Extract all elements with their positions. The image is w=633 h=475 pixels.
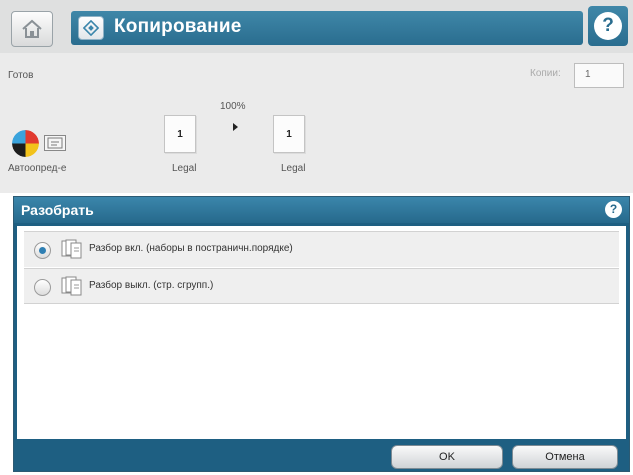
document-icon <box>44 135 66 151</box>
copies-label: Копии: <box>530 68 561 79</box>
page-title: Копирование <box>114 16 242 37</box>
copies-field[interactable]: 1 <box>574 63 624 88</box>
panel-title: Разобрать <box>21 202 94 218</box>
panel-help-icon[interactable]: ? <box>605 201 622 218</box>
top-bar: Копирование ? <box>0 0 633 53</box>
radio-collate-off[interactable] <box>34 279 51 296</box>
home-button[interactable] <box>11 11 53 47</box>
ok-button[interactable]: OK <box>391 445 503 469</box>
options-list: Разбор вкл. (наборы в постраничн.порядке… <box>17 226 626 439</box>
cancel-button[interactable]: Отмена <box>512 445 618 469</box>
copy-icon <box>78 16 104 40</box>
panel-header: Разобрать ? <box>14 197 629 223</box>
home-icon <box>22 19 42 38</box>
status-text: Готов <box>8 70 34 81</box>
output-page-icon[interactable]: 1 <box>273 115 305 153</box>
color-mode-label: Автоопред-е <box>8 163 67 174</box>
color-mode-icon[interactable] <box>12 130 39 157</box>
help-icon: ? <box>594 12 622 40</box>
status-area: Готов Копии: 1 100% Автоопред-е 1 1 Lega… <box>0 53 633 193</box>
output-size-label: Legal <box>281 163 306 174</box>
option-label: Разбор вкл. (наборы в постраничн.порядке… <box>89 243 293 254</box>
help-button[interactable]: ? <box>588 6 628 46</box>
option-label: Разбор выкл. (стр. сгрупп.) <box>89 280 214 291</box>
source-size-label: Legal <box>172 163 197 174</box>
collate-panel: Разобрать ? Разбор вкл. (наборы в постра… <box>13 196 630 472</box>
option-collate-on[interactable]: Разбор вкл. (наборы в постраничн.порядке… <box>24 231 619 267</box>
uncollate-icon <box>61 276 82 296</box>
option-collate-off[interactable]: Разбор выкл. (стр. сгрупп.) <box>24 268 619 304</box>
radio-collate-on[interactable] <box>34 242 51 259</box>
arrow-right-icon <box>233 123 238 131</box>
title-bar: Копирование <box>71 11 583 45</box>
panel-footer: OK Отмена <box>14 441 629 471</box>
source-page-icon[interactable]: 1 <box>164 115 196 153</box>
collate-icon <box>61 239 82 259</box>
zoom-text: 100% <box>220 101 246 112</box>
